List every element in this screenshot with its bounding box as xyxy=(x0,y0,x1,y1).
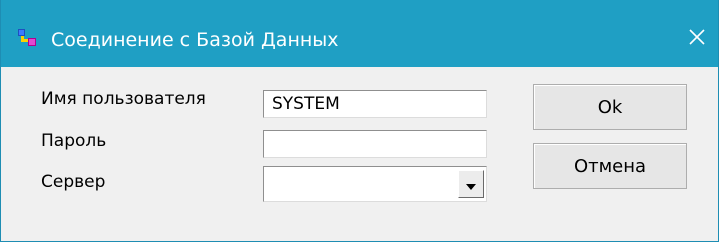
db-connection-dialog: Соединение с Базой Данных Имя пользовате… xyxy=(0,0,719,242)
chevron-down-icon xyxy=(466,175,476,194)
username-label: Имя пользователя xyxy=(41,89,206,109)
server-dropdown-button[interactable] xyxy=(458,170,484,198)
username-field[interactable] xyxy=(263,90,487,118)
title-bar[interactable]: Соединение с Базой Данных xyxy=(1,0,718,67)
server-combobox[interactable] xyxy=(263,166,487,202)
window-title: Соединение с Базой Данных xyxy=(51,29,339,51)
close-icon xyxy=(688,28,706,46)
database-connection-icon xyxy=(17,28,37,48)
password-field[interactable] xyxy=(263,130,487,158)
ok-button[interactable]: Ok xyxy=(533,84,687,130)
server-label: Сервер xyxy=(41,172,106,192)
password-label: Пароль xyxy=(41,131,107,151)
close-button[interactable] xyxy=(682,22,712,52)
cancel-button[interactable]: Отмена xyxy=(533,143,687,189)
